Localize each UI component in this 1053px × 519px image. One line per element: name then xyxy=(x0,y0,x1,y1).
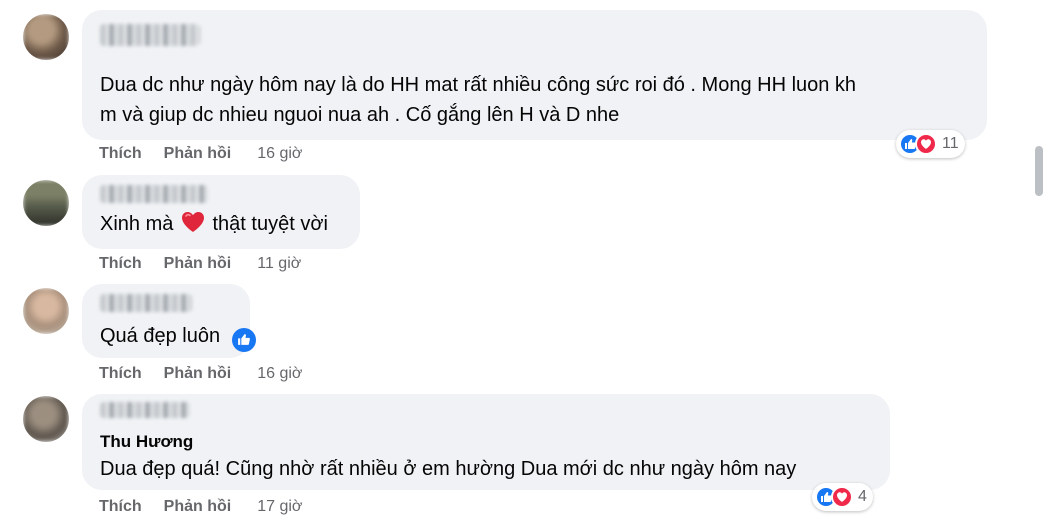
reply-action[interactable]: Phản hồi xyxy=(164,498,232,516)
comment-bubble: Quá đẹp luôn xyxy=(82,284,256,358)
comment-actions: Thích Phản hồi 16 giờ xyxy=(99,145,302,163)
comment-text-part: Quá đẹp luôn xyxy=(100,325,221,347)
comment: Xinh mà thật tuyệt vời Thích Phản hồi 11… xyxy=(0,170,1020,280)
heart-icon xyxy=(831,486,853,508)
avatar[interactable] xyxy=(23,180,69,226)
comment-bubble: Dua dc như ngày hôm nay là do HH mat rất… xyxy=(82,10,987,140)
comment: Quá đẹp luôn Thích Phản hồi 16 giờ xyxy=(0,280,1020,390)
like-action[interactable]: Thích xyxy=(99,498,142,516)
comment-text: Dua đẹp quá! Cũng nhờ rất nhiều ở em hườ… xyxy=(100,458,797,480)
avatar[interactable] xyxy=(23,14,69,60)
author-name[interactable] xyxy=(100,402,190,418)
reaction-count: 4 xyxy=(858,488,867,505)
author-name[interactable] xyxy=(100,24,200,46)
comment: Dua dc như ngày hôm nay là do HH mat rất… xyxy=(0,0,1020,170)
like-action[interactable]: Thích xyxy=(99,365,142,383)
scrollbar-thumb[interactable] xyxy=(1035,146,1043,196)
author-subname[interactable]: Thu Hương xyxy=(100,432,193,452)
reaction-summary[interactable]: 4 xyxy=(812,483,873,511)
like-emoji-icon xyxy=(231,327,256,352)
timestamp[interactable]: 16 giờ xyxy=(257,145,302,163)
timestamp[interactable]: 17 giờ xyxy=(257,498,302,516)
comment-actions: Thích Phản hồi 17 giờ xyxy=(99,498,302,516)
reply-action[interactable]: Phản hồi xyxy=(164,365,232,383)
comment-bubble: Xinh mà thật tuyệt vời xyxy=(82,175,360,249)
comment-text-part: thật tuyệt vời xyxy=(212,213,328,235)
comment-text: Xinh mà thật tuyệt vời xyxy=(100,209,328,243)
comment-text-line: Dua dc như ngày hôm nay là do HH mat rất… xyxy=(100,74,857,96)
heart-emoji-icon xyxy=(180,210,206,243)
like-action[interactable]: Thích xyxy=(99,145,142,163)
avatar[interactable] xyxy=(23,288,69,334)
comment-text-part: Xinh mà xyxy=(100,213,174,235)
comment-text-line: m và giup dc nhieu nguoi nua ah . Cố gắn… xyxy=(100,104,620,126)
author-name[interactable] xyxy=(100,294,192,312)
heart-icon xyxy=(915,133,937,155)
comment-bubble: Thu Hương Dua đẹp quá! Cũng nhờ rất nhiề… xyxy=(82,394,890,490)
comment-actions: Thích Phản hồi 16 giờ xyxy=(99,365,302,383)
reply-action[interactable]: Phản hồi xyxy=(164,255,232,273)
comment-text: Quá đẹp luôn xyxy=(100,321,256,352)
reply-action[interactable]: Phản hồi xyxy=(164,145,232,163)
timestamp[interactable]: 16 giờ xyxy=(257,365,302,383)
like-action[interactable]: Thích xyxy=(99,255,142,273)
avatar[interactable] xyxy=(23,396,69,442)
author-name[interactable] xyxy=(100,185,208,203)
reaction-summary[interactable]: 11 xyxy=(896,130,965,158)
timestamp[interactable]: 11 giờ xyxy=(257,255,301,273)
comment: Thu Hương Dua đẹp quá! Cũng nhờ rất nhiề… xyxy=(0,390,1020,519)
comment-actions: Thích Phản hồi 11 giờ xyxy=(99,255,301,273)
reaction-count: 11 xyxy=(942,135,959,152)
